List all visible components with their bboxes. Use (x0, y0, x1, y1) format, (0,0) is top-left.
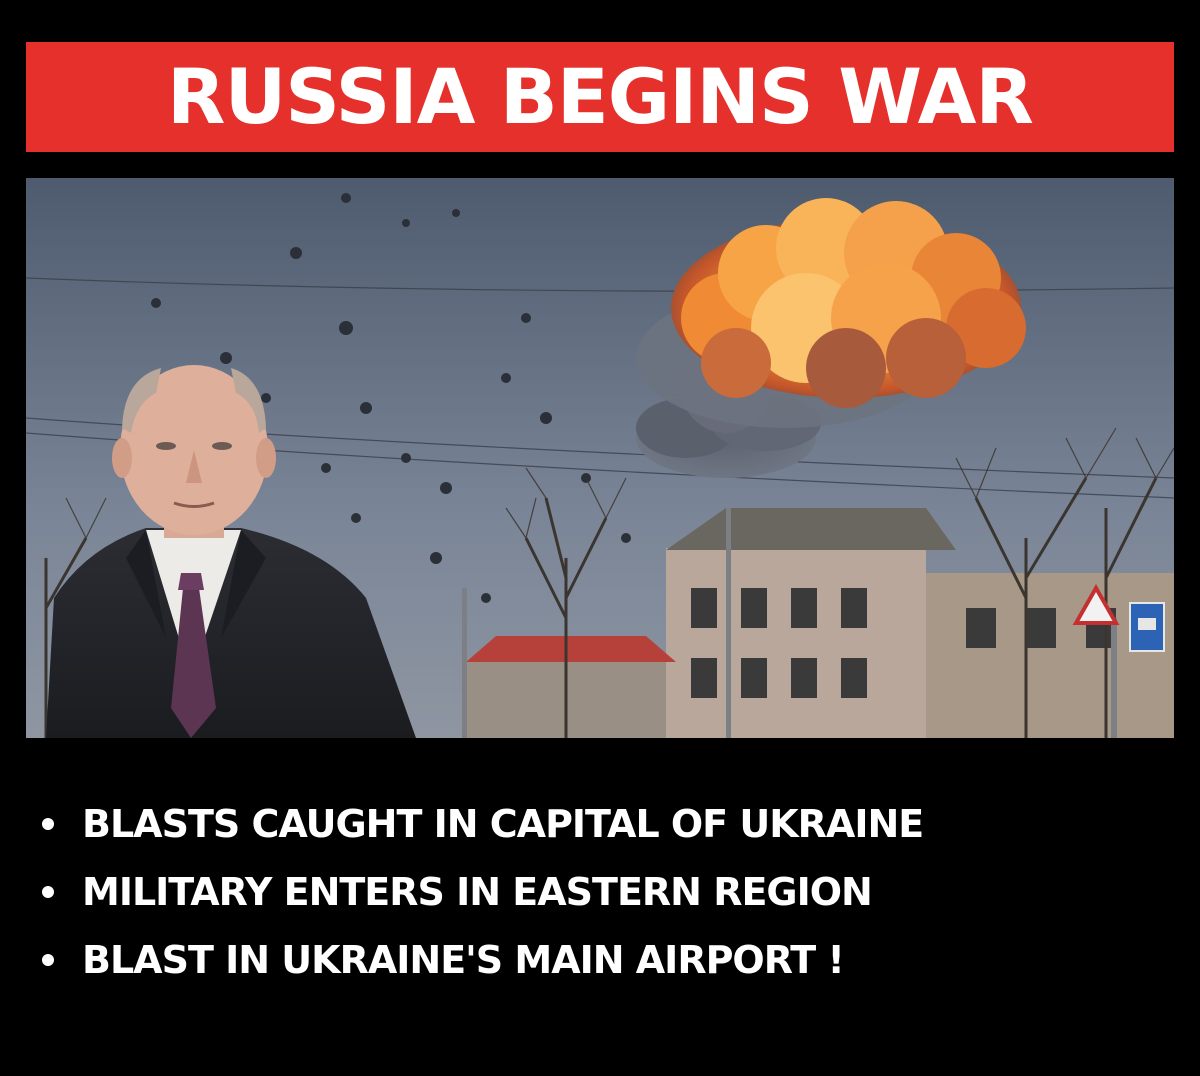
bullet-text: BLASTS CAUGHT IN CAPITAL OF UKRAINE (82, 802, 924, 846)
bullet-text: BLAST IN UKRAINE'S MAIN AIRPORT ! (82, 938, 845, 982)
bullet-item: BLAST IN UKRAINE'S MAIN AIRPORT ! (40, 926, 923, 994)
headline-bullet-list: BLASTS CAUGHT IN CAPITAL OF UKRAINE MILI… (40, 790, 924, 994)
bullet-dot-icon (42, 886, 54, 898)
bullet-item: MILITARY ENTERS IN EASTERN REGION (40, 858, 923, 926)
headline-banner: RUSSIA BEGINS WAR (26, 42, 1174, 152)
news-photo (26, 178, 1174, 738)
bullet-dot-icon (42, 954, 54, 966)
news-photo-illustration (26, 178, 1174, 738)
bullet-dot-icon (42, 818, 54, 830)
bullet-item: BLASTS CAUGHT IN CAPITAL OF UKRAINE (40, 790, 924, 858)
bullet-text: MILITARY ENTERS IN EASTERN REGION (82, 870, 873, 914)
headline-title: RUSSIA BEGINS WAR (167, 52, 1034, 141)
